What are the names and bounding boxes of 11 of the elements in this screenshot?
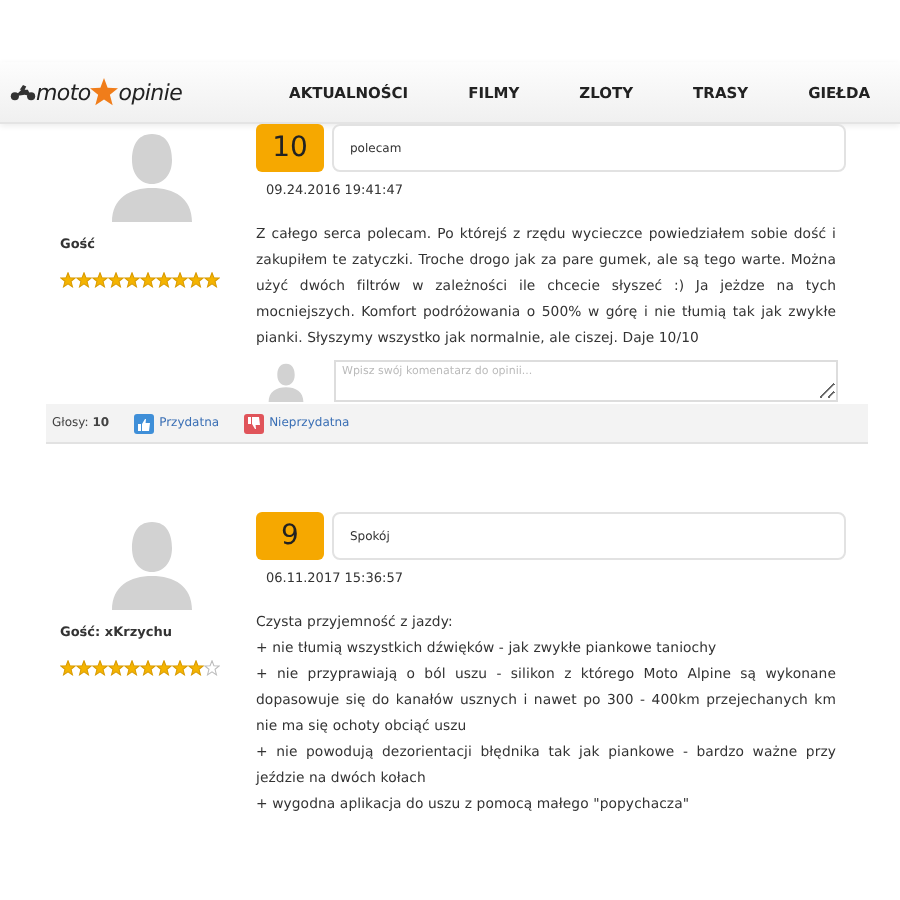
logo-text[interactable]: opinie — [118, 79, 183, 105]
star-icon — [90, 78, 119, 106]
score-badge: 10 — [256, 124, 324, 172]
score-badge: 9 — [256, 512, 324, 560]
avatar-icon — [266, 362, 306, 402]
avatar-icon — [106, 130, 198, 222]
thumbs-down-icon — [243, 413, 264, 433]
logo-text[interactable]: moto — [36, 79, 91, 105]
avatar-icon — [106, 518, 198, 610]
motorcycle-icon — [10, 83, 36, 101]
thumbs-up-icon — [133, 413, 154, 433]
